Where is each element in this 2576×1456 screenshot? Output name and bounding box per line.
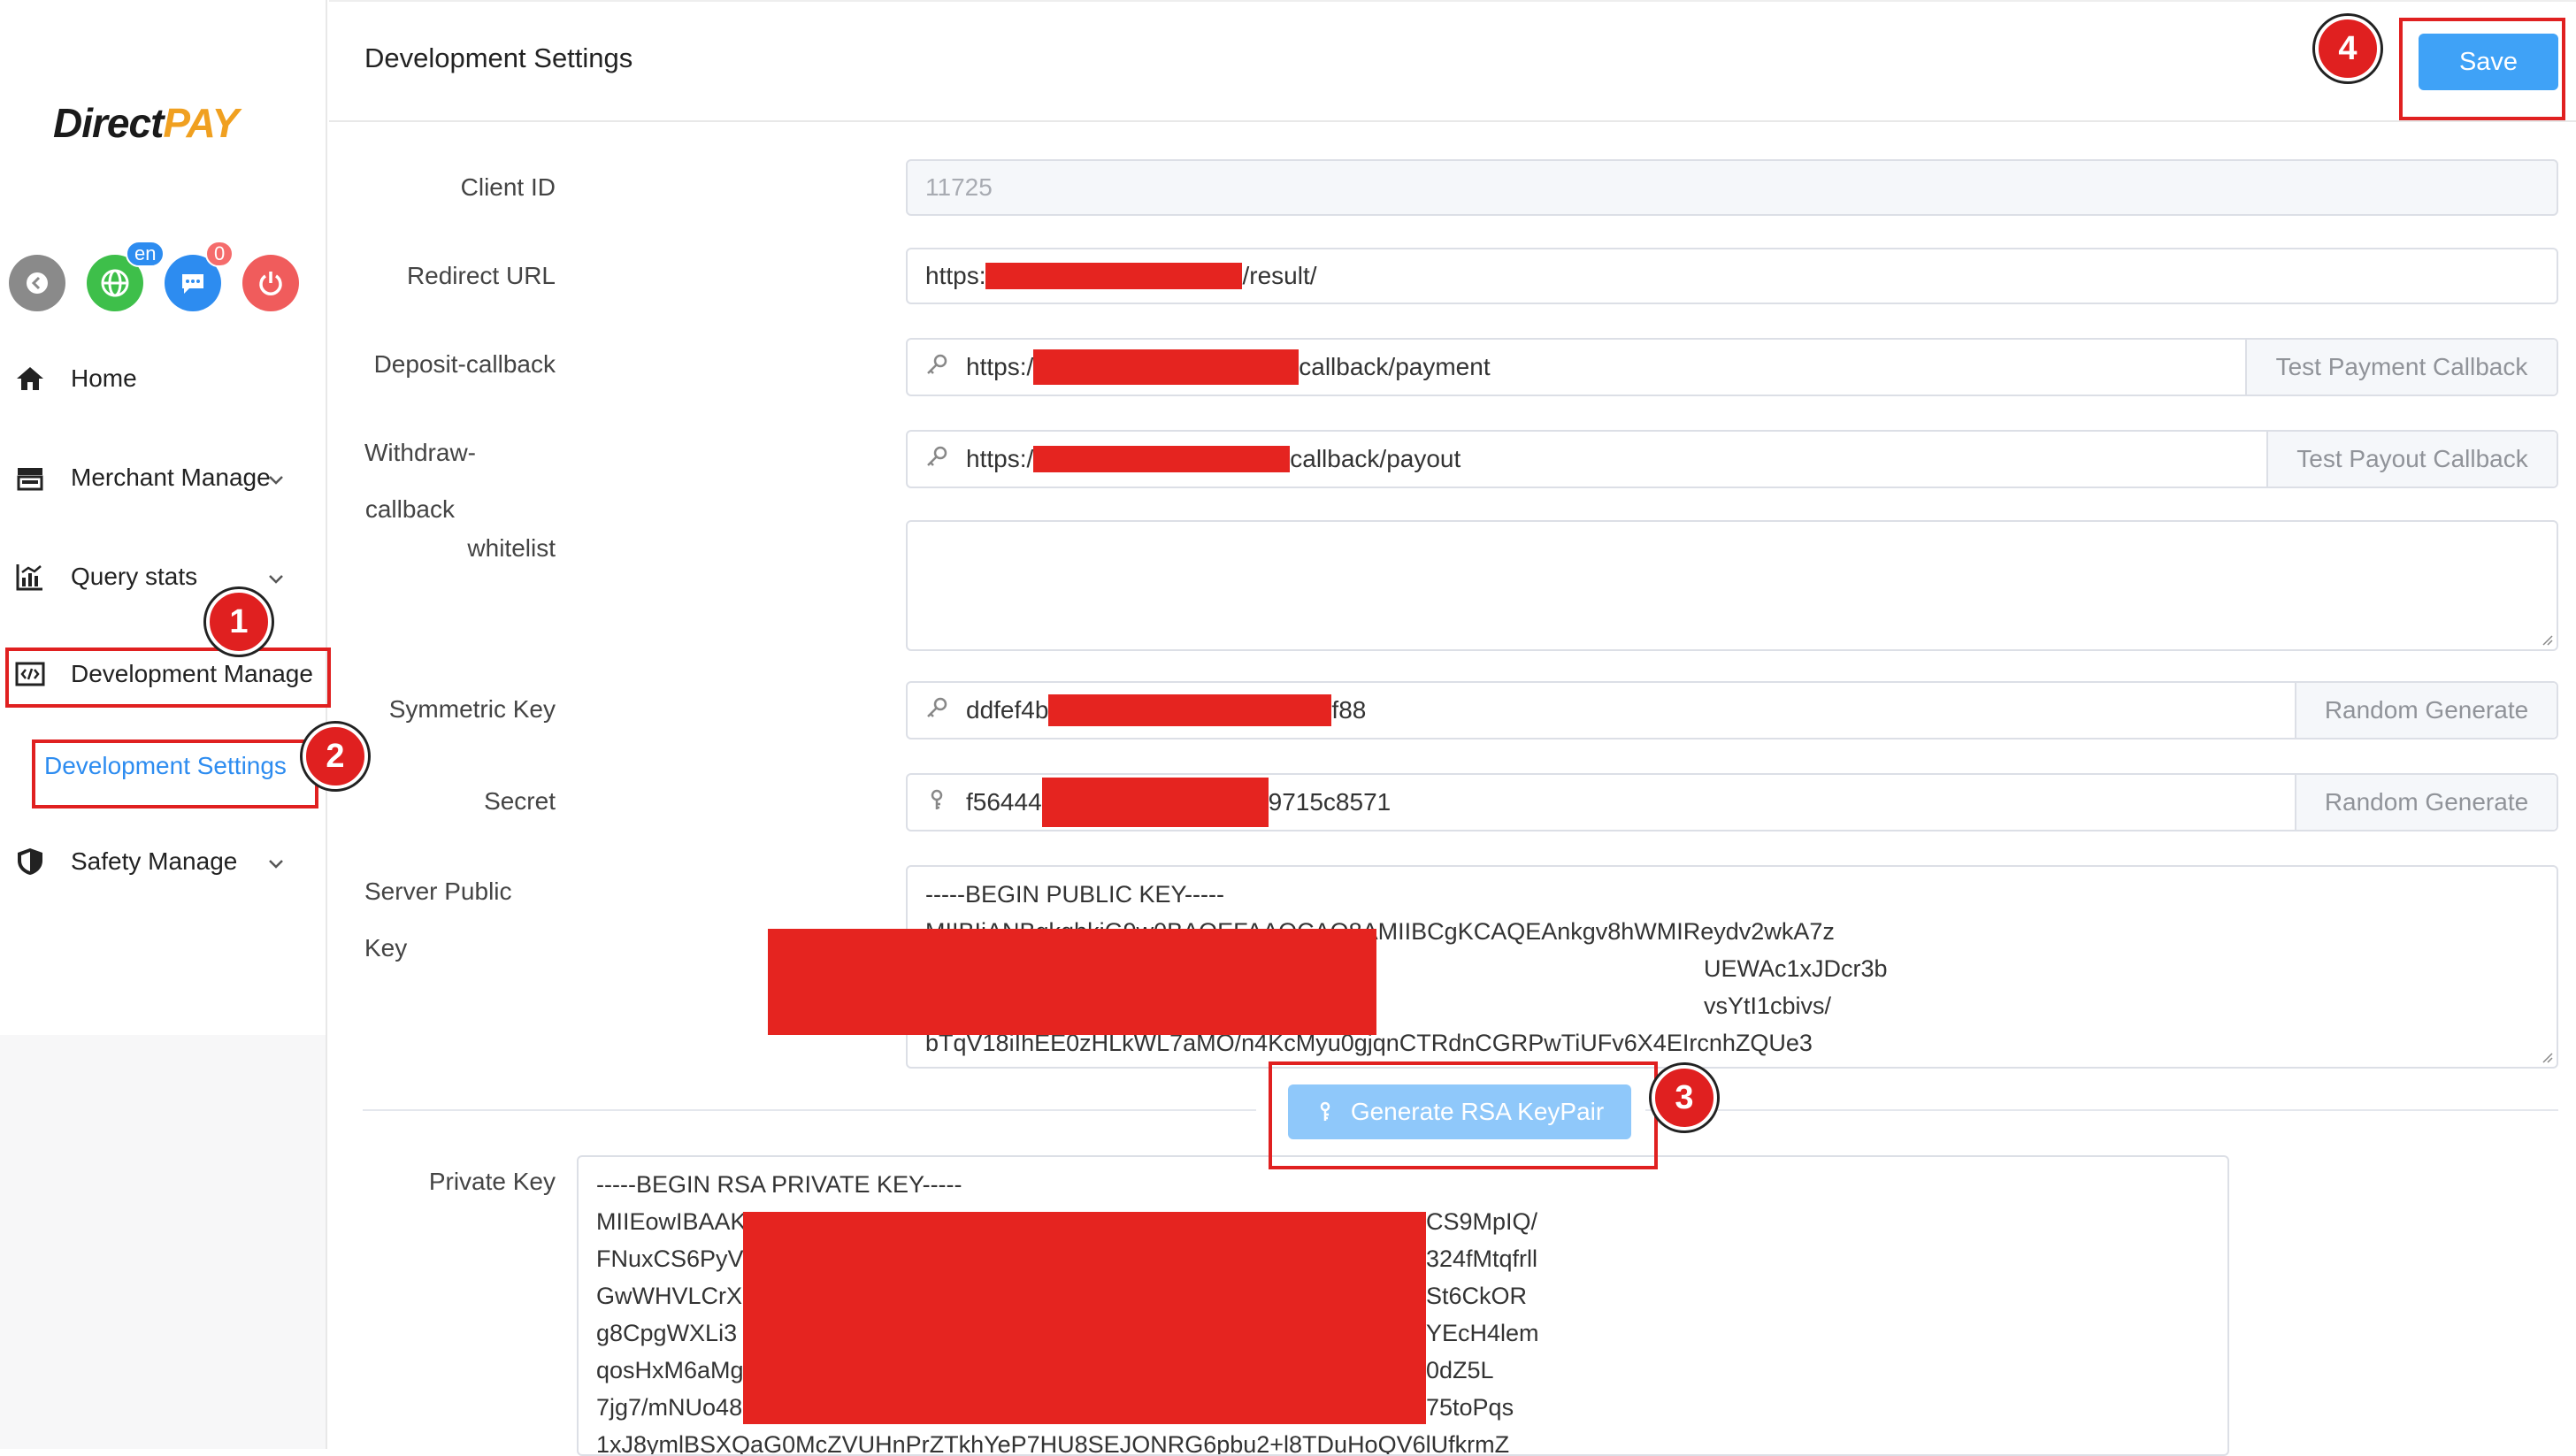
server-public-key-label-line1: Server Public xyxy=(364,877,512,905)
redirect-url-label: Redirect URL xyxy=(406,262,556,289)
sidebar-bottom-area xyxy=(0,1035,326,1449)
key-line-right: CS9MpIQ/ xyxy=(1426,1208,1538,1235)
private-key-label: Private Key xyxy=(428,1168,556,1195)
resize-handle-icon[interactable] xyxy=(2539,1049,2553,1063)
store-icon xyxy=(12,460,48,495)
messages-count-badge: 0 xyxy=(205,241,234,267)
secret-label: Secret xyxy=(484,787,556,815)
sidebar-item-label: Home xyxy=(71,364,137,392)
redirect-url-prefix: https: xyxy=(925,262,986,289)
sidebar-item-home[interactable]: Home xyxy=(12,352,137,405)
symmetric-key-prefix: ddfef4b xyxy=(966,696,1049,724)
brand-logo: DirectPAY xyxy=(53,99,239,147)
symmetric-key-label: Symmetric Key xyxy=(388,695,556,723)
client-id-label: Client ID xyxy=(460,173,556,201)
key-line-right: 75toPqs xyxy=(1426,1394,1514,1421)
chevron-down-icon xyxy=(269,476,283,485)
withdraw-callback-field[interactable]: https:/ callback/payout Test Payout Call… xyxy=(906,430,2558,488)
withdraw-callback-suffix: callback/payout xyxy=(1290,445,1461,472)
redacted-block xyxy=(1048,694,1332,726)
step-marker-1: 1 xyxy=(206,589,272,655)
test-payout-callback-button[interactable]: Test Payout Callback xyxy=(2266,432,2557,487)
divider xyxy=(363,1109,1256,1111)
sidebar-item-label: Safety Manage xyxy=(71,847,238,875)
redacted-block xyxy=(1033,349,1300,385)
withdraw-callback-prefix: https:/ xyxy=(966,445,1034,472)
shield-icon xyxy=(12,844,48,879)
sidebar-item-label: Query stats xyxy=(71,563,198,590)
key-line: 1xJ8ymlBSXQaG0McZVUHnPrZTkhYeP7HU8SEJONR… xyxy=(596,1431,1510,1456)
deposit-callback-prefix: https:/ xyxy=(966,353,1034,380)
key-line-right: vsYtI1cbivs/ xyxy=(1704,992,1832,1019)
secret-field[interactable]: f56444 9715c8571 Random Generate xyxy=(906,773,2558,831)
random-generate-secret-button[interactable]: Random Generate xyxy=(2295,775,2557,830)
deposit-callback-field[interactable]: https:/ callback/payment Test Payment Ca… xyxy=(906,338,2558,396)
logo-text-direct: Direct xyxy=(53,100,164,146)
withdraw-callback-label-line2: callback xyxy=(364,495,455,523)
client-id-field: 11725 xyxy=(906,159,2558,216)
collapse-back-icon[interactable] xyxy=(9,255,65,311)
highlight-box-development-manage xyxy=(5,648,331,708)
highlight-box-generate-rsa xyxy=(1269,1061,1658,1169)
sidebar-item-safety-manage[interactable]: Safety Manage xyxy=(12,835,237,888)
divider xyxy=(1645,1109,2558,1111)
redacted-block xyxy=(1041,778,1269,827)
chevron-down-icon xyxy=(269,575,283,584)
withdraw-callback-label-line1: Withdraw- xyxy=(364,439,476,466)
whitelist-label: whitelist xyxy=(467,534,556,562)
random-generate-symmetric-button[interactable]: Random Generate xyxy=(2295,683,2557,738)
page-header: Development Settings xyxy=(329,0,2576,122)
redacted-block xyxy=(1033,446,1291,472)
redirect-url-suffix: /result/ xyxy=(1242,262,1317,289)
step-marker-4: 4 xyxy=(2315,16,2380,81)
key-line-right: UEWAc1xJDcr3b xyxy=(1704,955,1888,982)
key-line-right: 324fMtqfrll xyxy=(1426,1245,1538,1272)
sidebar-item-merchant-manage[interactable]: Merchant Manage xyxy=(12,451,271,504)
step-marker-3: 3 xyxy=(1652,1065,1717,1130)
redacted-block xyxy=(985,263,1243,289)
server-public-key-label-line2: Key xyxy=(364,934,408,962)
step-marker-2: 2 xyxy=(303,724,368,789)
page-title: Development Settings xyxy=(364,42,633,73)
key-line-right: St6CkOR xyxy=(1426,1283,1528,1309)
highlight-box-development-settings xyxy=(32,739,318,808)
symmetric-key-field[interactable]: ddfef4b f88 Random Generate xyxy=(906,681,2558,739)
deposit-callback-label: Deposit-callback xyxy=(373,350,556,378)
sidebar: DirectPAY en 0 Home Merchant Manage Quer… xyxy=(0,0,327,1449)
key-line: -----BEGIN PUBLIC KEY----- xyxy=(925,881,1225,908)
redirect-url-field[interactable]: https: /result/ xyxy=(906,248,2558,304)
key-line: -----BEGIN RSA PRIVATE KEY----- xyxy=(596,1171,962,1198)
redacted-block xyxy=(743,1212,1426,1424)
key-line-right: 0dZ5L xyxy=(1426,1357,1494,1383)
home-icon xyxy=(12,361,48,396)
key-line-right: YEcH4lem xyxy=(1426,1320,1539,1346)
secret-suffix: 9715c8571 xyxy=(1268,788,1392,816)
sidebar-item-label: Merchant Manage xyxy=(71,464,271,491)
whitelist-textarea[interactable] xyxy=(906,520,2558,651)
test-payment-callback-button[interactable]: Test Payment Callback xyxy=(2245,340,2557,395)
language-badge: en xyxy=(126,241,165,267)
sidebar-item-query-stats[interactable]: Query stats xyxy=(12,550,197,603)
highlight-box-save xyxy=(2399,18,2565,120)
chart-stats-icon xyxy=(12,559,48,594)
redacted-block xyxy=(768,929,1376,1035)
secret-prefix: f56444 xyxy=(966,788,1042,816)
logo-text-pay: PAY xyxy=(163,100,239,146)
chevron-down-icon xyxy=(269,860,283,869)
resize-handle-icon[interactable] xyxy=(2539,632,2553,646)
power-logout-icon[interactable] xyxy=(242,255,299,311)
deposit-callback-suffix: callback/payment xyxy=(1299,353,1491,380)
client-id-value: 11725 xyxy=(925,173,993,201)
symmetric-key-suffix: f88 xyxy=(1331,696,1367,724)
